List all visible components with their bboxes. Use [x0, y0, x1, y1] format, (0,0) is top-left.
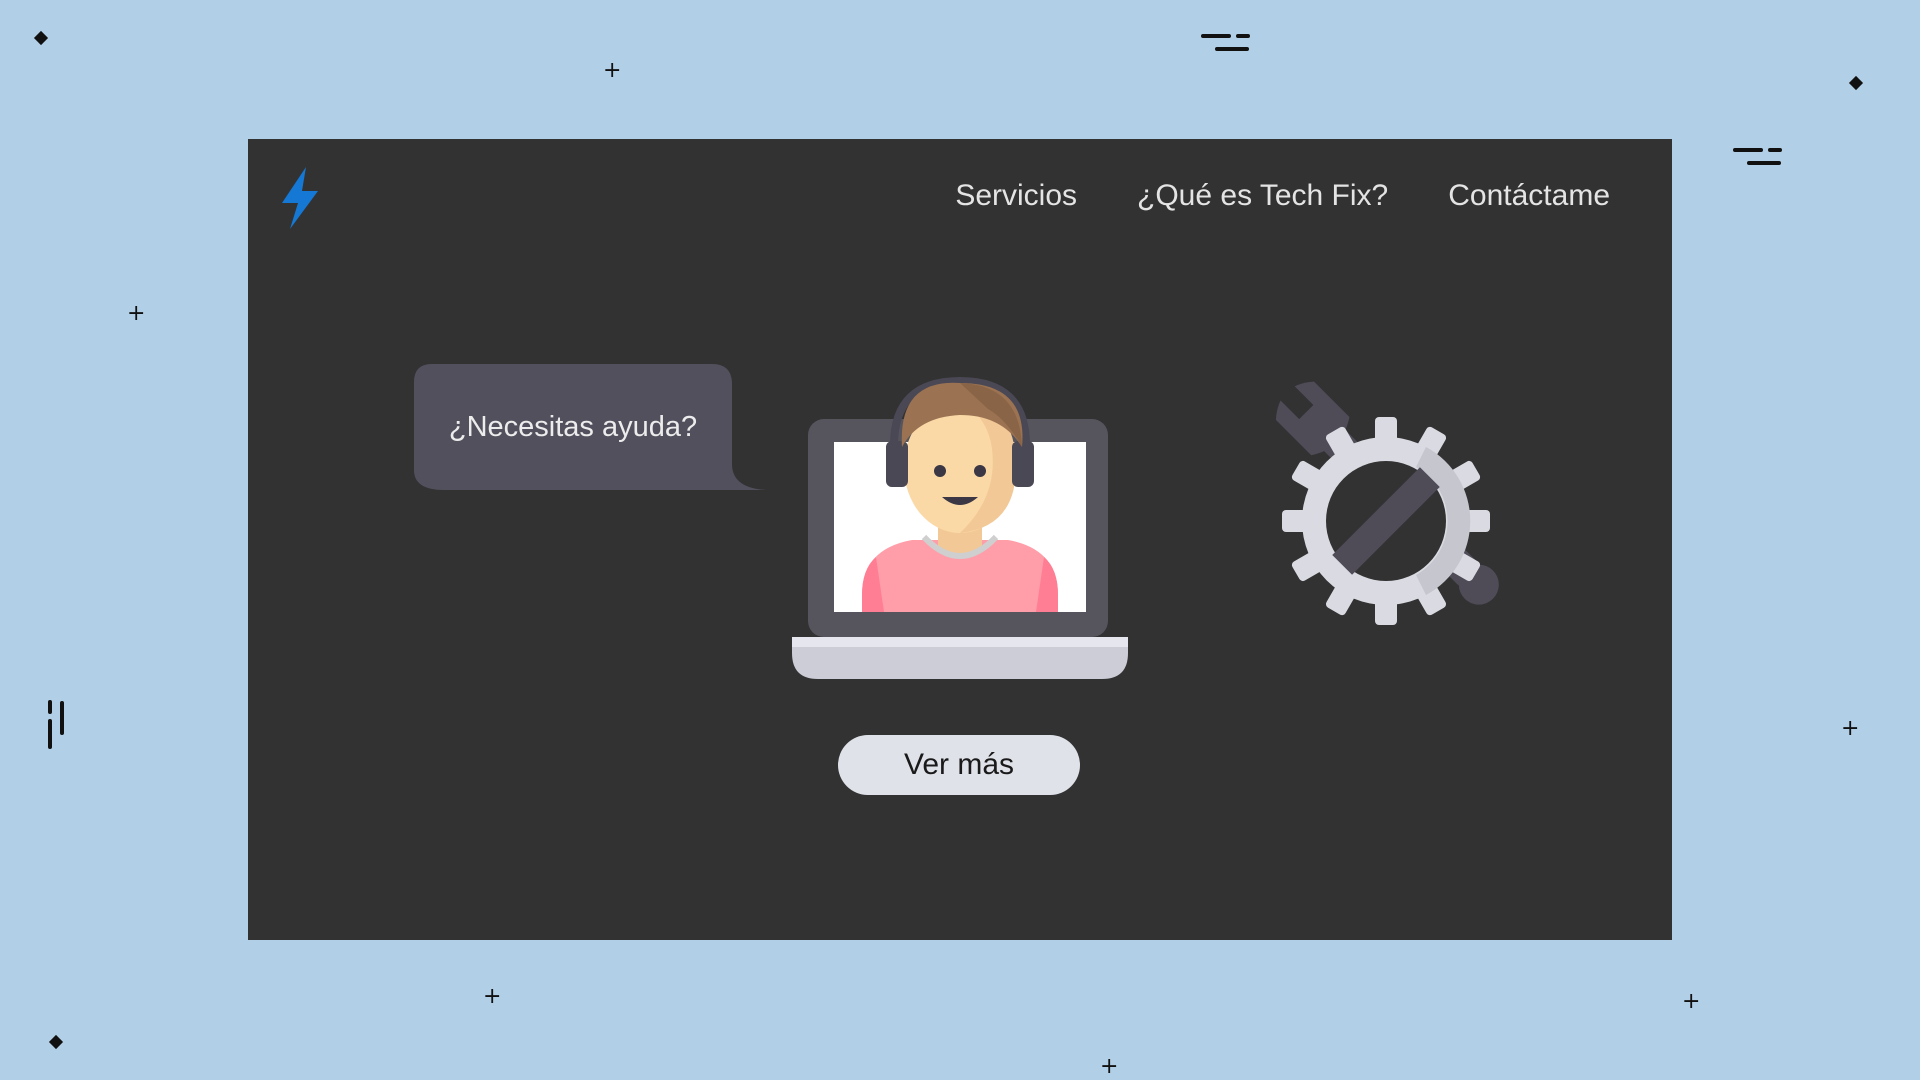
nav-link-contactame[interactable]: Contáctame: [1448, 179, 1610, 213]
nav-link-que-es-tech-fix[interactable]: ¿Qué es Tech Fix?: [1137, 179, 1388, 213]
decor-dash: [1768, 148, 1782, 152]
decor-dash: [1215, 47, 1249, 51]
decor-dash: [1236, 34, 1250, 38]
decor-bar: [48, 719, 52, 749]
decor-diamond: [1848, 75, 1864, 91]
decor-bar: [48, 700, 52, 714]
speech-bubble: ¿Necesitas ayuda?: [414, 364, 774, 509]
decor-bar: [60, 701, 64, 735]
decor-plus: +: [483, 984, 502, 1009]
decor-dash: [1733, 148, 1763, 152]
decor-plus: +: [1841, 716, 1860, 741]
gear-wrench-icon: [1270, 376, 1499, 625]
lightning-bolt-icon[interactable]: [278, 167, 322, 229]
decor-dash: [1201, 34, 1231, 38]
decor-diamond: [48, 1034, 64, 1050]
ver-mas-button[interactable]: Ver más: [838, 735, 1080, 795]
decor-plus: +: [1100, 1054, 1119, 1079]
decor-dash: [1747, 161, 1781, 165]
decor-plus: +: [1682, 989, 1701, 1014]
decor-diamond: [33, 30, 49, 46]
decor-plus: +: [127, 301, 146, 326]
nav-link-servicios[interactable]: Servicios: [955, 179, 1077, 213]
website-mockup: Servicios ¿Qué es Tech Fix? Contáctame ¿…: [248, 139, 1672, 940]
main-nav: Servicios ¿Qué es Tech Fix? Contáctame: [955, 179, 1610, 213]
speech-bubble-text: ¿Necesitas ayuda?: [448, 410, 698, 443]
decor-plus: +: [603, 58, 622, 83]
